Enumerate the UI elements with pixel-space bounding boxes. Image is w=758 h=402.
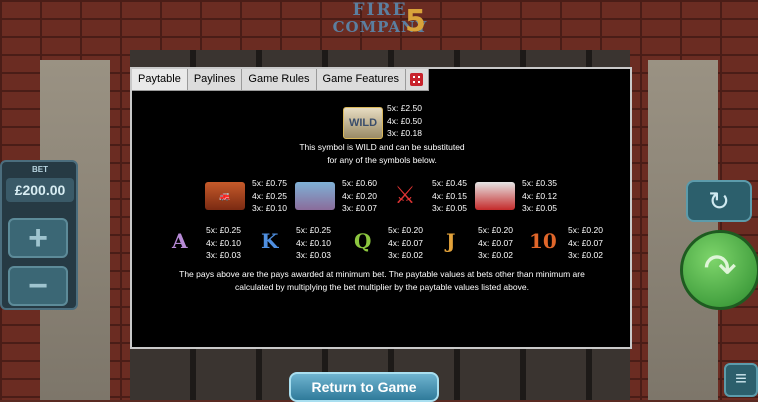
- pay-3x: 3x: £0.02: [478, 250, 513, 260]
- truck-pays: 5x: £0.35 4x: £0.12 3x: £0.05: [522, 177, 557, 215]
- pay-4x: 4x: £0.07: [478, 237, 513, 248]
- wild-pays: 5x: £2.50 4x: £0.50 3x: £0.18: [387, 102, 422, 140]
- pay-3x: 3x: £0.18: [387, 128, 422, 138]
- pay-5x: 5x: £0.25: [206, 225, 241, 235]
- j-pays: 5x: £0.20 4x: £0.07 3x: £0.02: [478, 224, 513, 262]
- pay-4x: 4x: £0.10: [296, 237, 331, 248]
- pay-3x: 3x: £0.05: [432, 203, 467, 213]
- footnote-line-1: The pays above are the pays awarded at m…: [179, 269, 585, 279]
- pay-5x: 5x: £0.60: [342, 178, 377, 188]
- letter-j-icon: J: [446, 229, 456, 253]
- ten-pays: 5x: £0.20 4x: £0.07 3x: £0.02: [568, 224, 603, 262]
- fireman-pays: 5x: £0.75 4x: £0.25 3x: £0.10: [252, 177, 287, 215]
- pay-5x: 5x: £0.20: [388, 225, 423, 235]
- paytable-footnote: The pays above are the pays awarded at m…: [142, 268, 622, 294]
- pay-5x: 5x: £0.20: [568, 225, 603, 235]
- tab-bar: Paytable Paylines Game Rules Game Featur…: [132, 69, 429, 91]
- pay-5x: 5x: £0.45: [432, 178, 467, 188]
- logo-line-2: COMPANY: [332, 18, 428, 36]
- dice-icon: [409, 73, 423, 86]
- number-10-icon: 10: [529, 229, 557, 253]
- crossed-axes-icon: ⚔: [394, 182, 416, 209]
- wild-description: This symbol is WILD and can be substitut…: [232, 141, 532, 167]
- pay-4x: 4x: £0.20: [342, 190, 377, 201]
- pay-3x: 3x: £0.02: [388, 250, 423, 260]
- pay-3x: 3x: £0.05: [522, 203, 557, 213]
- a-pays: 5x: £0.25 4x: £0.10 3x: £0.03: [206, 224, 241, 262]
- autoplay-button[interactable]: ↻: [686, 180, 752, 222]
- decrease-bet-button[interactable]: −: [8, 266, 68, 306]
- pay-4x: 4x: £0.10: [206, 237, 241, 248]
- logo-line-1: FIRE: [352, 0, 408, 20]
- refresh-icon: ↻: [708, 186, 730, 216]
- pay-3x: 3x: £0.03: [206, 250, 241, 260]
- bet-label: BET: [32, 165, 48, 174]
- k-pays: 5x: £0.25 4x: £0.10 3x: £0.03: [296, 224, 331, 262]
- woman-pays: 5x: £0.60 4x: £0.20 3x: £0.07: [342, 177, 377, 215]
- letter-a-icon: A: [172, 229, 188, 253]
- pay-3x: 3x: £0.07: [342, 203, 377, 213]
- return-to-game-button[interactable]: Return to Game: [289, 372, 439, 402]
- spin-arrow-icon: ↷: [703, 247, 737, 291]
- pay-5x: 5x: £2.50: [387, 103, 422, 113]
- q-pays: 5x: £0.20 4x: £0.07 3x: £0.02: [388, 224, 423, 262]
- hamburger-icon: ≡: [735, 368, 747, 390]
- paytable-modal: Paytable Paylines Game Rules Game Featur…: [130, 67, 632, 349]
- tab-paytable[interactable]: Paytable: [132, 69, 188, 91]
- game-logo: FIRE COMPANY 5: [310, 2, 450, 44]
- pay-5x: 5x: £0.25: [296, 225, 331, 235]
- pay-4x: 4x: £0.07: [568, 237, 603, 248]
- pay-5x: 5x: £0.75: [252, 178, 287, 188]
- tab-game-features[interactable]: Game Features: [316, 69, 406, 91]
- pay-3x: 3x: £0.03: [296, 250, 331, 260]
- axes-pays: 5x: £0.45 4x: £0.15 3x: £0.05: [432, 177, 467, 215]
- tab-game-rules[interactable]: Game Rules: [242, 69, 317, 91]
- logo-number: 5: [405, 4, 426, 39]
- letter-k-icon: K: [261, 229, 279, 253]
- pay-4x: 4x: £0.07: [388, 237, 423, 248]
- tab-dice[interactable]: [405, 69, 429, 91]
- pay-4x: 4x: £0.50: [387, 115, 422, 126]
- increase-bet-button[interactable]: +: [8, 218, 68, 258]
- wild-symbol: WILD: [343, 107, 383, 139]
- pay-5x: 5x: £0.35: [522, 178, 557, 188]
- wild-description-line-2: for any of the symbols below.: [327, 155, 437, 165]
- menu-button[interactable]: ≡: [724, 363, 758, 397]
- pay-5x: 5x: £0.20: [478, 225, 513, 235]
- pay-4x: 4x: £0.25: [252, 190, 287, 201]
- right-pillar: [648, 60, 718, 400]
- pay-4x: 4x: £0.15: [432, 190, 467, 201]
- letter-q-icon: Q: [354, 229, 372, 253]
- pay-3x: 3x: £0.10: [252, 203, 287, 213]
- pay-3x: 3x: £0.02: [568, 250, 603, 260]
- woman-icon: [295, 182, 335, 210]
- bet-panel: BET £200.00 + −: [0, 160, 78, 310]
- wild-symbol-label: WILD: [348, 117, 378, 129]
- fireman-icon: 🚒: [205, 182, 245, 210]
- spin-button[interactable]: ↷: [680, 230, 758, 310]
- fire-truck-icon: [475, 182, 515, 210]
- footnote-line-2: calculated by multiplying the bet multip…: [235, 282, 529, 292]
- pay-4x: 4x: £0.12: [522, 190, 557, 201]
- tab-paylines[interactable]: Paylines: [187, 69, 243, 91]
- wild-description-line-1: This symbol is WILD and can be substitut…: [299, 142, 465, 152]
- bet-value: £200.00: [6, 178, 74, 202]
